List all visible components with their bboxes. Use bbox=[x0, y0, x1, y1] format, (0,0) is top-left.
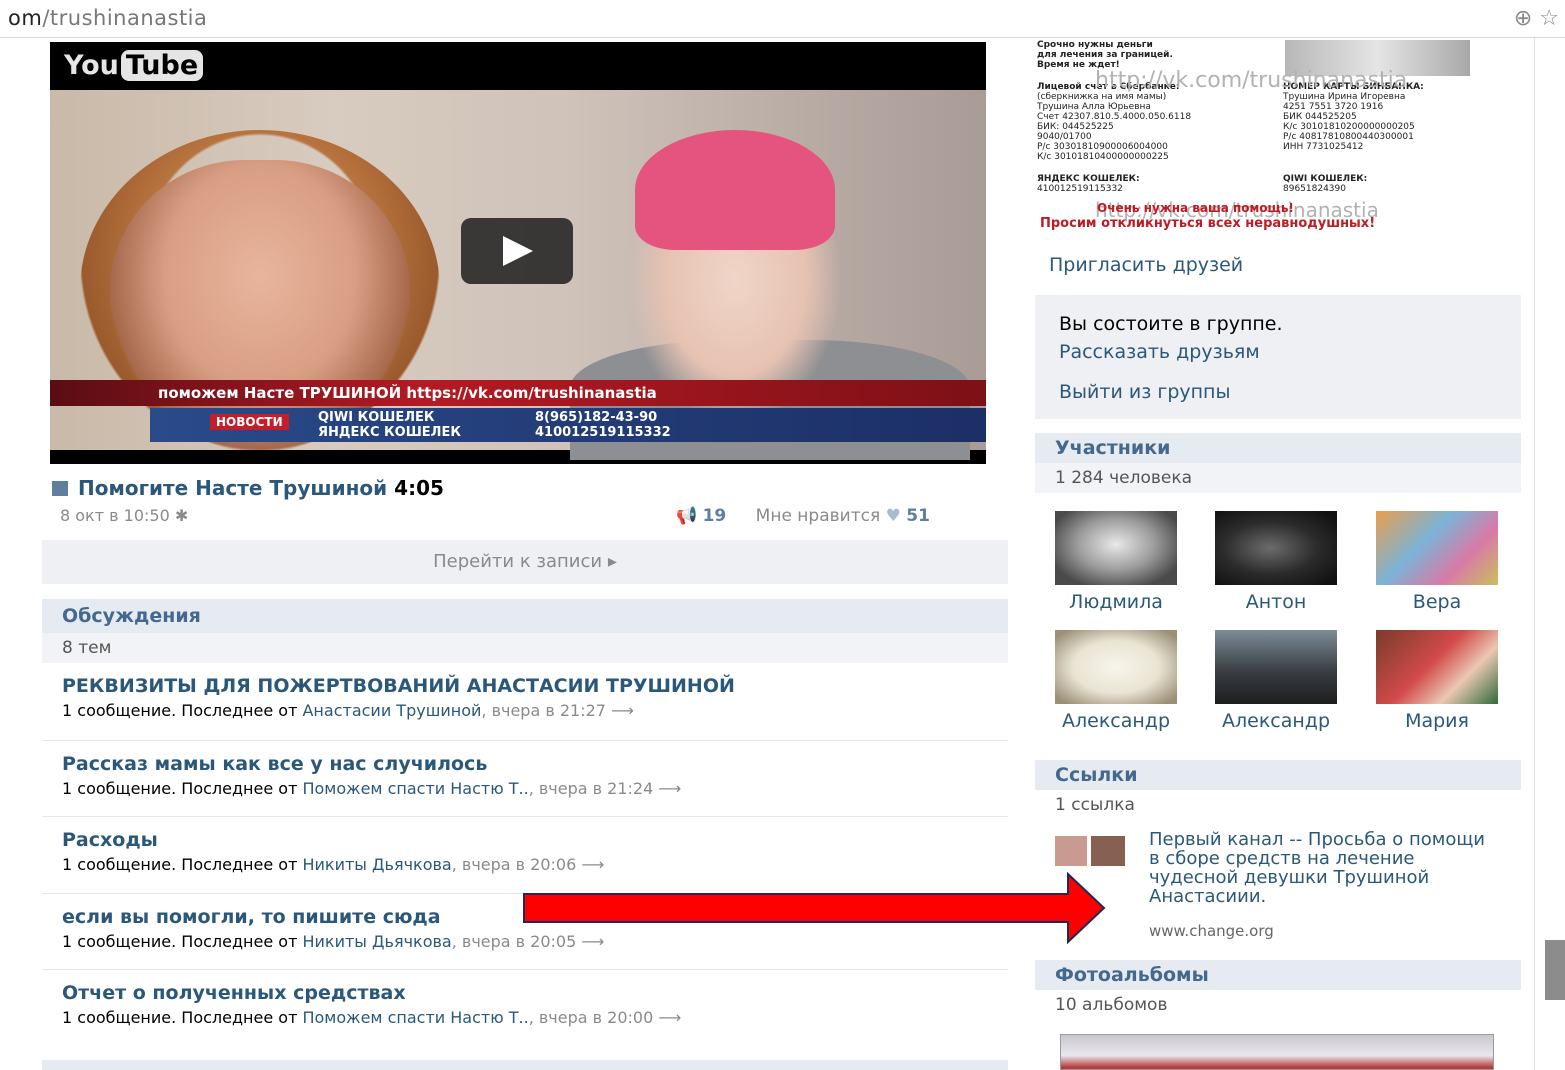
like-count[interactable]: 51 bbox=[906, 506, 930, 526]
film-icon bbox=[52, 481, 68, 496]
edge-thumbnail[interactable] bbox=[1545, 940, 1565, 1000]
member-card[interactable]: Мария bbox=[1367, 630, 1507, 732]
poster-watermark: http://vk.com/trushinanastia bbox=[1095, 68, 1408, 93]
topic-item[interactable]: Рассказ мамы как все у нас случилось 1 с… bbox=[62, 753, 1008, 798]
group-poster[interactable]: Срочно нужны деньги для лечения за границ… bbox=[1035, 40, 1515, 240]
zoom-icon[interactable]: ⊕ bbox=[1514, 6, 1532, 31]
bookmark-star-icon[interactable]: ☆ bbox=[1539, 6, 1559, 31]
membership-box: Вы состоите в группе. Рассказать друзьям… bbox=[1035, 295, 1521, 419]
discussions-header[interactable]: Обсуждения bbox=[42, 599, 1008, 633]
topic-item[interactable]: РЕКВИЗИТЫ ДЛЯ ПОЖЕРТВОВАНИЙ АНАСТАСИИ ТР… bbox=[62, 675, 1008, 720]
video-player[interactable]: поможем Насте ТРУШИНОЙ https://vk.com/tr… bbox=[50, 42, 986, 464]
like-label[interactable]: Мне нравится bbox=[756, 506, 881, 526]
links-header[interactable]: Ссылки bbox=[1035, 760, 1521, 790]
invite-friends-link[interactable]: Пригласить друзей bbox=[1049, 254, 1243, 276]
avatar[interactable] bbox=[1376, 630, 1498, 704]
post-stats: 📢 19 Мне нравится ♥ 51 bbox=[676, 506, 930, 526]
member-card[interactable]: Александр bbox=[1046, 630, 1186, 732]
goto-post-button[interactable]: Перейти к записи ▸ bbox=[42, 540, 1008, 584]
next-section-header bbox=[42, 1060, 1008, 1070]
member-status: Вы состоите в группе. bbox=[1059, 313, 1283, 335]
member-card[interactable]: Вера bbox=[1367, 511, 1507, 613]
link-domain: www.change.org bbox=[1149, 922, 1274, 940]
avatar[interactable] bbox=[1055, 630, 1177, 704]
discussions-count: 8 тем bbox=[42, 633, 1008, 663]
link-title[interactable]: Первый канал -- Просьба о помощи в сборе… bbox=[1149, 830, 1499, 906]
video-title-link[interactable]: Помогите Насте Трушиной 4:05 bbox=[52, 476, 444, 500]
address-bar[interactable]: om/trushinanastia ⊕ ☆ bbox=[0, 0, 1565, 38]
avatar[interactable] bbox=[1215, 511, 1337, 585]
albums-count[interactable]: 10 альбомов bbox=[1035, 990, 1521, 1020]
avatar[interactable] bbox=[1055, 511, 1177, 585]
link-item[interactable]: Первый канал -- Просьба о помощи в сборе… bbox=[1055, 830, 1505, 950]
android-icon: ✱ bbox=[174, 506, 189, 525]
member-card[interactable]: Людмила bbox=[1046, 511, 1186, 613]
video-ticker-payments: НОВОСТИ QIWI КОШЕЛЕК ЯНДЕКС КОШЕЛЕК 8(965… bbox=[150, 408, 986, 442]
members-header[interactable]: Участники bbox=[1035, 433, 1521, 463]
url-text[interactable]: om/trushinanastia bbox=[8, 6, 207, 30]
repost-count[interactable]: 19 bbox=[703, 506, 727, 526]
avatar[interactable] bbox=[1376, 511, 1498, 585]
avatar[interactable] bbox=[1215, 630, 1337, 704]
member-card[interactable]: Антон bbox=[1206, 511, 1346, 613]
member-card[interactable]: Александр bbox=[1206, 630, 1346, 732]
tell-friends-link[interactable]: Рассказать друзьям bbox=[1059, 341, 1260, 363]
youtube-logo[interactable]: You Tube bbox=[64, 50, 204, 81]
leave-group-link[interactable]: Выйти из группы bbox=[1059, 381, 1230, 403]
post-date[interactable]: 8 окт в 10:50 ✱ bbox=[60, 506, 188, 525]
video-ticker: поможем Насте ТРУШИНОЙ https://vk.com/tr… bbox=[50, 380, 986, 406]
right-edge bbox=[1534, 38, 1565, 1070]
repost-icon[interactable]: 📢 bbox=[676, 506, 697, 526]
play-button[interactable] bbox=[461, 218, 573, 284]
link-thumbnail[interactable] bbox=[1055, 836, 1087, 866]
album-thumbnail[interactable] bbox=[1060, 1034, 1494, 1070]
link-thumbnail[interactable] bbox=[1091, 836, 1125, 866]
red-arrow-annotation bbox=[523, 872, 1106, 944]
albums-header[interactable]: Фотоальбомы bbox=[1035, 960, 1521, 990]
members-count[interactable]: 1 284 человека bbox=[1035, 463, 1521, 493]
links-count: 1 ссылка bbox=[1035, 790, 1521, 820]
topic-item[interactable]: Отчет о полученных средствах 1 сообщение… bbox=[62, 982, 1008, 1027]
topic-item[interactable]: Расходы 1 сообщение. Последнее от Никиты… bbox=[62, 829, 1008, 874]
heart-icon[interactable]: ♥ bbox=[886, 506, 901, 526]
